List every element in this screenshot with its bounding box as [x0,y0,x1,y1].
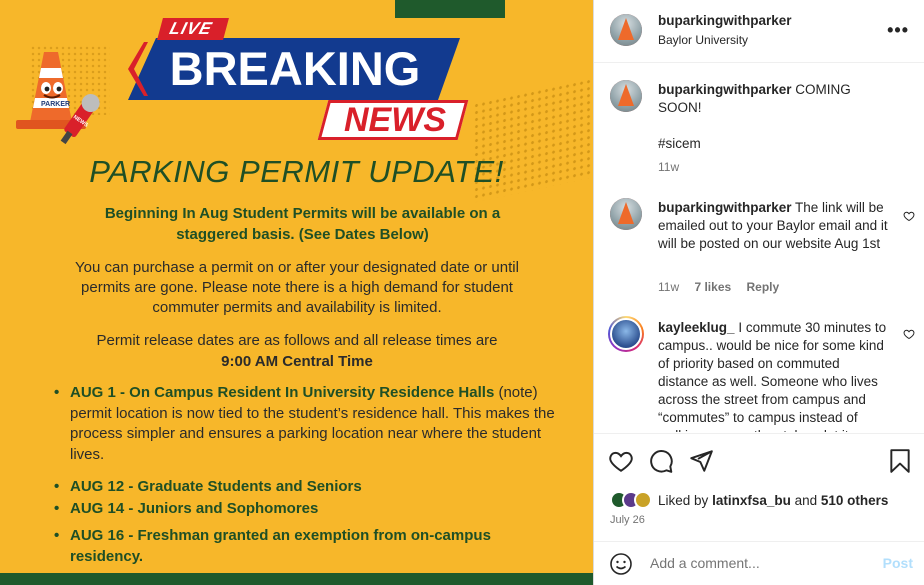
live-tag: LIVE [157,18,229,40]
release-date-item: AUG 16 - Freshman granted an exemption f… [52,526,562,567]
avatar[interactable] [610,198,642,230]
release-time: 9:00 AM Central Time [221,353,373,370]
comment-text: kayleeklug_ I commute 30 minutes to camp… [658,319,888,432]
caption-text: buparkingwithparker COMING SOON! [658,81,888,117]
smiley-icon[interactable] [609,552,633,576]
heart-icon[interactable] [608,448,634,474]
add-comment-bar: Post [594,541,924,585]
caption-meta: 11w [658,160,691,174]
comments-list: buparkingwithparker COMING SOON! #sicem … [594,64,924,432]
release-date-item: AUG 14 - Juniors and Sophomores [52,499,562,520]
avatar[interactable] [634,491,652,509]
liked-by-row: Liked by latinxfsa_bu and 510 others [610,490,888,510]
post-comment-button[interactable]: Post [883,555,913,571]
comment-text: buparkingwithparker The link will be ema… [658,199,888,253]
comment-username[interactable]: buparkingwithparker [658,200,792,215]
post-image: PARKER NEWS LIVE BREAKING NEWS PARKING P… [0,0,593,585]
heart-icon[interactable] [903,210,915,222]
bottom-green-bar [0,573,593,585]
avatar[interactable] [610,80,642,112]
release-date-item: AUG 1 - On Campus Resident In University… [52,383,562,465]
post-subheadline: Beginning In Aug Student Permits will be… [104,205,501,243]
release-date-item: AUG 12 - Graduate Students and Seniors [52,477,562,498]
liked-by-and: and [794,492,818,508]
comment-username[interactable]: kayleeklug_ [658,320,735,335]
comment-icon[interactable] [648,448,674,474]
release-dates-list: AUG 1 - On Campus Resident In University… [52,383,562,579]
bookmark-icon[interactable] [887,448,913,474]
header-username[interactable]: buparkingwithparker [658,13,792,28]
header-location[interactable]: Baylor University [658,33,748,47]
more-horizontal-icon[interactable]: ••• [887,20,909,41]
reply-button[interactable]: Reply [747,280,780,294]
post-headline: PARKING PERMIT UPDATE! [89,154,504,189]
release-intro: Permit release dates are as follows and … [96,332,498,349]
release-date-lead: AUG 12 - Graduate Students and Seniors [70,478,362,495]
comment-meta: 11w 7 likes Reply [658,280,791,294]
avatar[interactable] [608,316,644,352]
caption-hashtag[interactable]: #sicem [658,135,888,153]
heart-icon[interactable] [903,328,915,340]
send-icon[interactable] [688,448,714,474]
post-date[interactable]: July 26 [610,514,645,526]
post-side-panel: buparkingwithparker Baylor University ••… [593,0,924,585]
liked-by-prefix: Liked by [658,492,709,508]
release-date-lead: AUG 16 - Freshman granted an exemption f… [70,527,491,565]
news-title: NEWS [344,101,446,139]
release-date-lead: AUG 1 - On Campus Resident In University… [70,384,495,401]
liked-by-others[interactable]: 510 others [821,493,889,508]
comment-time[interactable]: 11w [658,280,679,294]
comment-body: I commute 30 minutes to campus.. would b… [658,320,887,432]
release-info: Permit release dates are as follows and … [52,330,542,372]
caption-username[interactable]: buparkingwithparker [658,82,792,97]
instagram-post-view: PARKER NEWS LIVE BREAKING NEWS PARKING P… [0,0,924,585]
avatar[interactable] [610,14,642,46]
caption-time[interactable]: 11w [658,160,679,174]
liked-by-user[interactable]: latinxfsa_bu [712,493,791,508]
release-date-lead: AUG 14 - Juniors and Sophomores [70,499,319,517]
liked-by-text: Liked by latinxfsa_bu and 510 others [658,493,888,508]
mascot-hat-text: PARKER [41,101,70,108]
comment-input[interactable] [650,555,870,571]
parker-cone-mascot: PARKER NEWS [16,52,100,145]
post-header: buparkingwithparker Baylor University ••… [594,0,924,63]
post-paragraph: You can purchase a permit on or after yo… [75,259,519,316]
comment-likes[interactable]: 7 likes [694,280,731,294]
breaking-title: BREAKING [169,42,421,95]
top-green-bar [395,0,505,18]
post-actions: Liked by latinxfsa_bu and 510 others Jul… [594,433,924,540]
